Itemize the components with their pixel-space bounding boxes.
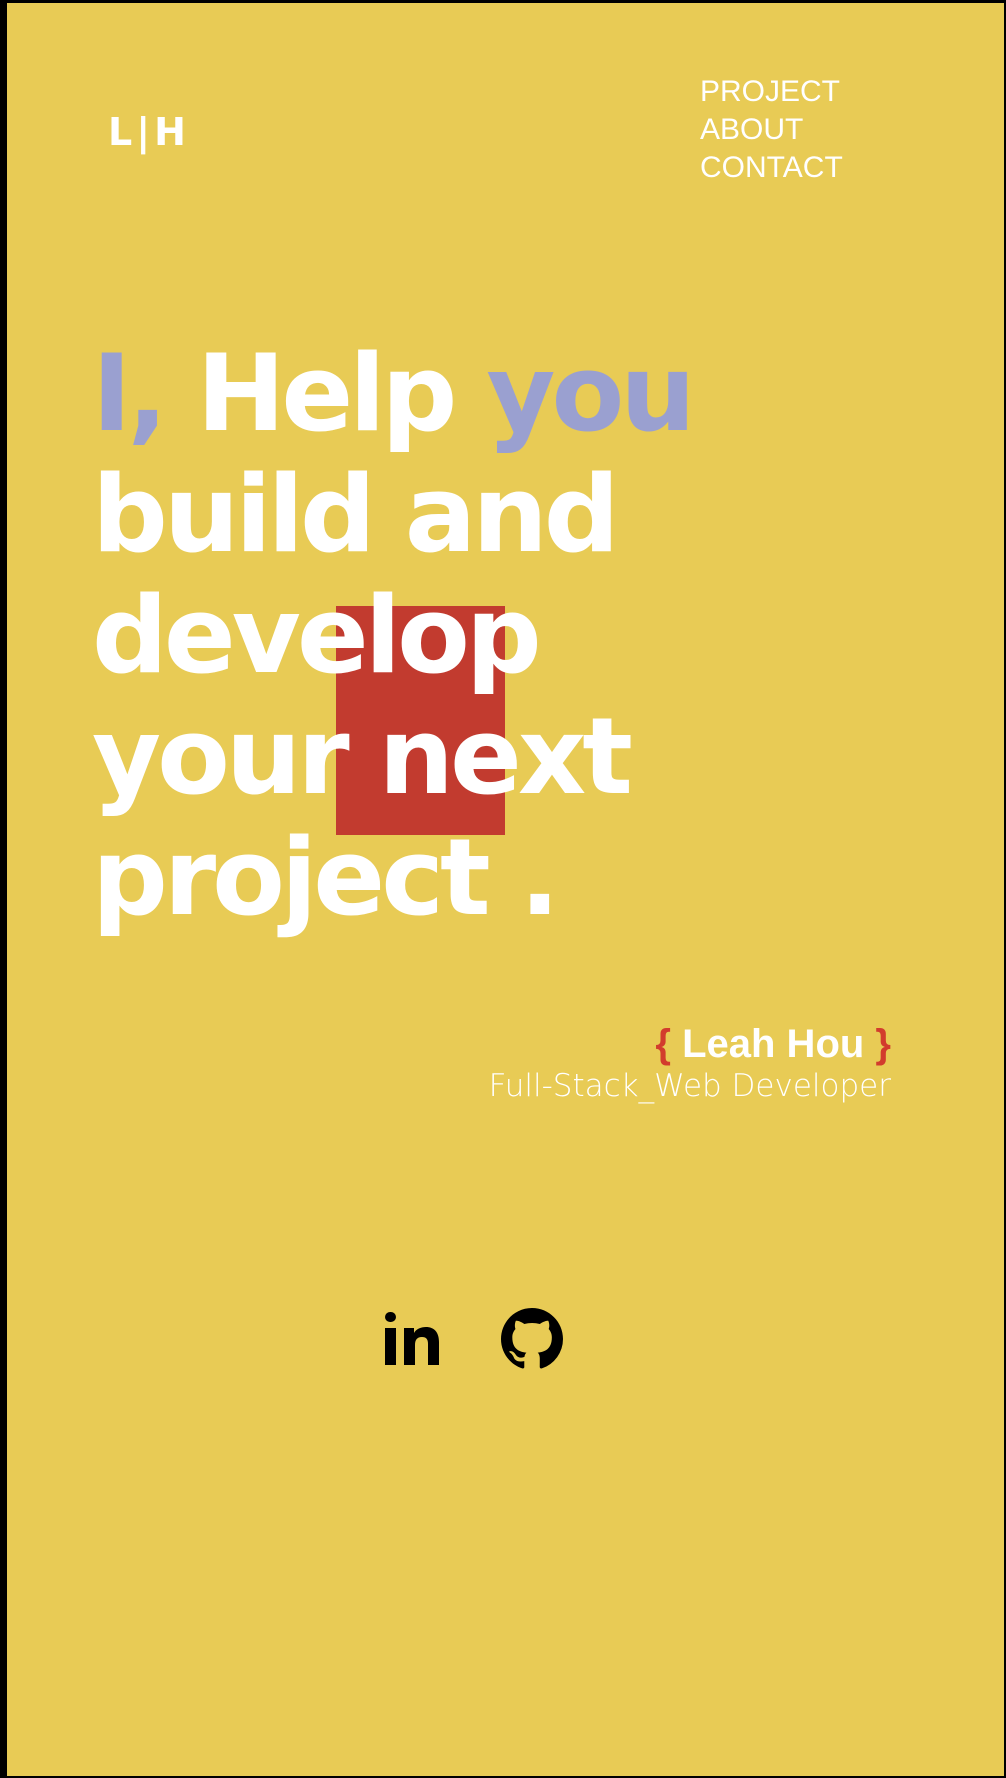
headline-accent-you: you xyxy=(486,332,695,455)
headline-help: Help xyxy=(163,332,487,455)
headline-line-3: develop xyxy=(92,574,542,697)
headline-line-4: your next xyxy=(92,695,633,818)
social-links xyxy=(381,1308,563,1370)
headline-line-1: I, Help you xyxy=(92,332,696,455)
author-name-line: { Leah Hou } xyxy=(489,1021,891,1067)
open-brace: { xyxy=(655,1022,671,1066)
nav-link-project[interactable]: PROJECT xyxy=(700,73,843,111)
nav-link-contact[interactable]: CONTACT xyxy=(700,149,843,187)
headline-line-2: build and xyxy=(92,453,620,576)
github-link[interactable] xyxy=(501,1308,563,1370)
linkedin-icon xyxy=(385,1312,439,1365)
author-signature: { Leah Hou } Full-Stack_Web Developer xyxy=(489,1021,891,1105)
main-nav: PROJECT ABOUT CONTACT xyxy=(700,73,843,187)
close-brace: } xyxy=(875,1022,891,1066)
author-name: Leah Hou xyxy=(670,1022,876,1066)
nav-link-about[interactable]: ABOUT xyxy=(700,111,843,149)
landing-page: L|H PROJECT ABOUT CONTACT I, Help you bu… xyxy=(7,3,1004,1776)
author-role: Full-Stack_Web Developer xyxy=(488,1068,891,1104)
headline-line-5: project . xyxy=(92,816,560,939)
linkedin-link[interactable] xyxy=(381,1308,443,1370)
hero-headline: I, Help you build and develop your next … xyxy=(92,332,696,939)
headline-accent-i: I, xyxy=(92,332,168,455)
github-icon xyxy=(501,1308,563,1369)
site-logo[interactable]: L|H xyxy=(108,113,190,151)
